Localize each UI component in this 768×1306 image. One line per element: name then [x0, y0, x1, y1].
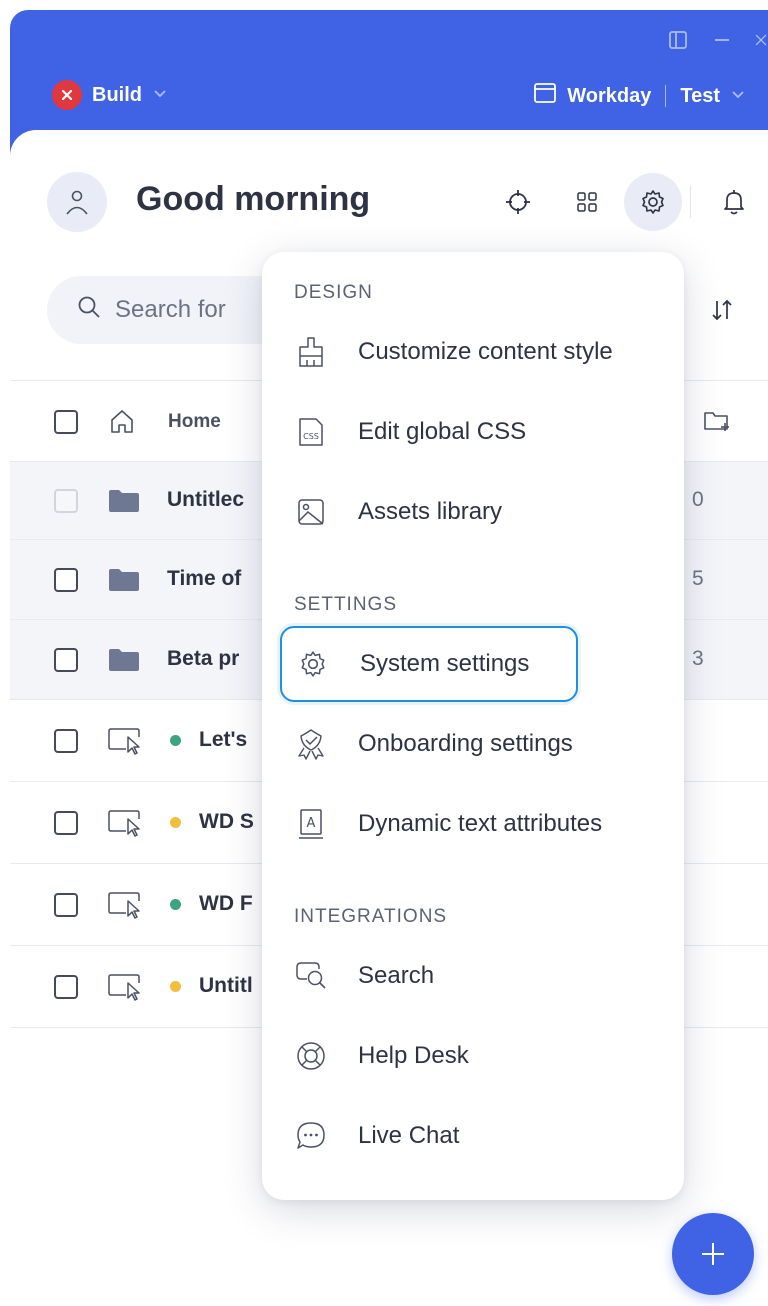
window-controls	[666, 28, 768, 52]
folder-count: 0	[692, 488, 704, 511]
environment-label: Test	[680, 84, 720, 107]
row-checkbox[interactable]	[54, 729, 78, 753]
user-icon	[66, 190, 88, 215]
menu-item-onboarding-settings[interactable]: Onboarding settings	[282, 716, 662, 772]
smart-tip-icon	[108, 891, 142, 919]
greeting-title: Good morning	[136, 180, 371, 218]
gear-icon	[296, 647, 330, 681]
smart-tip-icon	[108, 809, 142, 837]
search-placeholder: Search for	[115, 296, 226, 323]
close-circle-icon[interactable]	[52, 80, 82, 110]
image-icon	[294, 495, 328, 529]
home-icon[interactable]	[108, 408, 136, 434]
menu-item-label: Dynamic text attributes	[358, 810, 603, 837]
menu-section-title: INTEGRATIONS	[294, 906, 448, 927]
folder-icon	[108, 648, 140, 672]
paint-brush-icon	[294, 335, 328, 369]
minimize-icon[interactable]	[710, 28, 734, 52]
bell-icon[interactable]	[709, 177, 759, 227]
row-checkbox[interactable]	[54, 568, 78, 592]
gear-icon[interactable]	[624, 173, 682, 231]
row-checkbox[interactable]	[54, 893, 78, 917]
plus-icon	[702, 1243, 724, 1265]
menu-item-help-desk[interactable]: Help Desk	[282, 1028, 662, 1084]
status-dot	[170, 899, 181, 910]
chevron-down-icon	[152, 84, 168, 107]
add-button[interactable]	[672, 1213, 754, 1295]
item-name: WD S	[199, 810, 254, 833]
smart-tip-icon	[108, 727, 142, 755]
menu-item-edit-global-css[interactable]: CSS Edit global CSS	[282, 404, 662, 460]
close-window-icon[interactable]	[754, 28, 768, 52]
menu-item-system-settings[interactable]: System settings	[280, 626, 578, 702]
mode-label: Build	[92, 83, 142, 106]
folder-count: 5	[692, 567, 704, 590]
menu-item-label: Live Chat	[358, 1122, 460, 1149]
row-checkbox[interactable]	[54, 489, 78, 513]
menu-item-label: Edit global CSS	[358, 418, 527, 445]
menu-item-assets-library[interactable]: Assets library	[282, 484, 662, 540]
folder-count: 3	[692, 647, 704, 670]
sidebar-toggle-icon[interactable]	[666, 28, 690, 52]
add-folder-icon[interactable]	[703, 409, 731, 433]
search-icon	[77, 295, 101, 326]
folder-icon	[108, 489, 140, 513]
badge-check-icon	[294, 727, 328, 761]
apps-grid-icon[interactable]	[562, 177, 612, 227]
target-icon[interactable]	[493, 177, 543, 227]
folder-name: Time of	[167, 567, 242, 590]
settings-menu: DESIGN Customize content style CSS Edit …	[262, 252, 684, 1200]
chevron-down-icon	[730, 85, 746, 108]
menu-item-label: Onboarding settings	[358, 730, 573, 757]
mode-selector[interactable]: Build	[52, 80, 168, 110]
status-dot	[170, 735, 181, 746]
chat-search-icon	[294, 959, 328, 993]
folder-name: Untitlec	[167, 488, 245, 511]
row-checkbox[interactable]	[54, 648, 78, 672]
menu-item-label: Assets library	[358, 498, 503, 525]
status-dot	[170, 817, 181, 828]
chat-bubble-icon	[294, 1119, 328, 1153]
row-checkbox[interactable]	[54, 811, 78, 835]
menu-item-label: System settings	[360, 650, 530, 677]
window-icon	[533, 82, 557, 110]
divider	[665, 85, 667, 107]
svg-text:CSS: CSS	[303, 432, 319, 441]
menu-section-title: SETTINGS	[294, 594, 398, 615]
system-label: Workday	[567, 84, 652, 107]
row-checkbox[interactable]	[54, 975, 78, 999]
item-name: Untitl	[199, 974, 253, 997]
divider	[690, 186, 691, 218]
menu-item-search[interactable]: Search	[282, 948, 662, 1004]
menu-item-label: Customize content style	[358, 338, 613, 365]
menu-item-customize-content-style[interactable]: Customize content style	[282, 324, 662, 380]
smart-tip-icon	[108, 973, 142, 1001]
svg-text:A: A	[307, 816, 316, 831]
folder-name: Beta pr	[167, 647, 240, 670]
css-file-icon: CSS	[294, 415, 328, 449]
folder-icon	[108, 568, 140, 592]
sort-icon[interactable]	[702, 290, 742, 330]
menu-item-live-chat[interactable]: Live Chat	[282, 1108, 662, 1164]
item-name: Let's	[199, 728, 248, 751]
select-all-checkbox[interactable]	[54, 410, 78, 434]
menu-item-label: Search	[358, 962, 435, 989]
lifebuoy-icon	[294, 1039, 328, 1073]
breadcrumb[interactable]: Home	[168, 411, 221, 433]
status-dot	[170, 981, 181, 992]
menu-item-label: Help Desk	[358, 1042, 469, 1069]
environment-selector[interactable]: Workday Test	[533, 82, 746, 110]
text-attribute-icon: A	[294, 807, 328, 841]
menu-section-title: DESIGN	[294, 282, 373, 303]
item-name: WD F	[199, 892, 253, 915]
avatar[interactable]	[47, 172, 107, 232]
menu-item-dynamic-text-attributes[interactable]: A Dynamic text attributes	[282, 796, 662, 852]
